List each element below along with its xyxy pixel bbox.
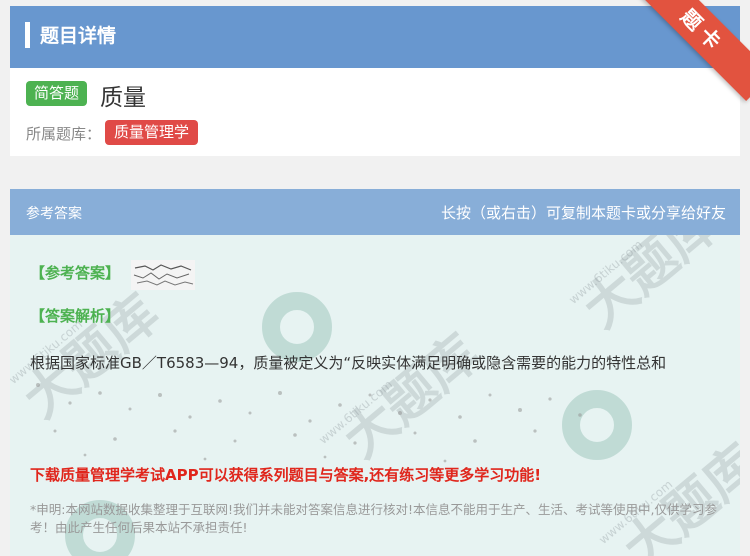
disclaimer-text: *申明:本网站数据收集整理于互联网!我们并未能对答案信息进行核对!本信息不能用于… bbox=[30, 502, 717, 535]
app-download-link[interactable]: 下载质量管理学考试APP可以获得系列题目与答案,还有练习等更多学习功能! bbox=[30, 464, 541, 485]
answer-analysis-label: 【答案解析】 bbox=[30, 307, 121, 325]
question-bank-label: 所属题库： bbox=[26, 125, 102, 143]
header-accent-bar bbox=[25, 22, 30, 48]
answer-analysis-text: 根据国家标准GB／T6583—94，质量被定义为“反映实体满足明确或隐含需要的能… bbox=[30, 354, 667, 372]
answer-header-title: 参考答案 bbox=[26, 206, 82, 222]
question-title: 质量 bbox=[100, 85, 146, 111]
header-bar bbox=[10, 6, 740, 68]
answer-image bbox=[131, 260, 195, 290]
reference-answer-label: 【参考答案】 bbox=[30, 264, 121, 282]
question-bank-tag[interactable]: 质量管理学 bbox=[105, 120, 199, 145]
page-title: 题目详情 bbox=[40, 25, 117, 47]
answer-header: 参考答案 长按（或右击）可复制本题卡或分享给好友 bbox=[10, 189, 740, 235]
answer-header-hint: 长按（或右击）可复制本题卡或分享给好友 bbox=[440, 204, 726, 222]
question-type-badge: 简答题 bbox=[26, 81, 88, 106]
